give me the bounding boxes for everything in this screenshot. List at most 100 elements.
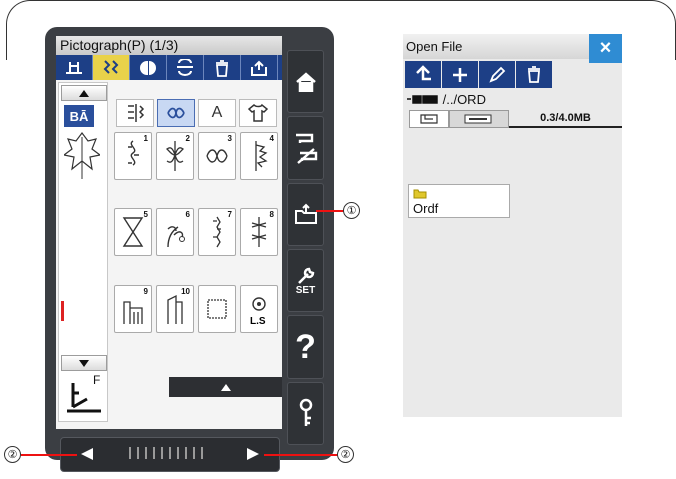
open-file-icon (294, 203, 317, 225)
pattern-8-icon (251, 217, 267, 248)
close-button[interactable]: × (589, 34, 622, 63)
pattern-page-up-button[interactable] (169, 377, 282, 397)
decorative-leaf-icon (167, 107, 185, 119)
touch-screen: Pictograph(P) (1/3) BĀ F A 1 2 3 4 5 6 7… (56, 36, 282, 429)
key-icon (299, 399, 312, 427)
help-button[interactable]: ? (287, 315, 324, 379)
callout-2-left: ② (4, 446, 21, 463)
plus-folder-icon (453, 67, 467, 82)
wrench-icon (297, 267, 314, 285)
callout-line-2-right (264, 454, 338, 456)
pattern-cell-9[interactable]: 9 (114, 284, 152, 333)
function-sidebar: SET ? (287, 50, 324, 445)
open-file-button[interactable] (287, 182, 324, 246)
triangle-down-icon (79, 359, 89, 367)
pattern-1-icon (128, 140, 139, 166)
previous-page-button[interactable] (81, 447, 93, 463)
pattern-cell-7[interactable]: 7 (198, 208, 236, 257)
pattern-10-icon (167, 294, 183, 324)
callout-1: ① (343, 202, 360, 219)
save-button[interactable] (241, 55, 278, 80)
delete-file-button[interactable] (516, 61, 552, 88)
sewing-mode-icon (295, 133, 317, 164)
pattern-cell-2[interactable]: 2 (156, 132, 194, 180)
pattern-9-icon (123, 301, 143, 324)
tab-letters[interactable]: A (198, 99, 236, 127)
page-dots-icon (129, 447, 203, 459)
dialog-toolbar (405, 61, 555, 88)
category-tabs: A (116, 99, 281, 129)
rename-button[interactable] (479, 61, 515, 88)
folder-item[interactable]: Ordf (408, 184, 510, 218)
presser-foot-letter: F (93, 373, 101, 387)
pattern-2-icon (166, 141, 184, 171)
save-icon (251, 60, 267, 76)
tab-satin-stitch[interactable] (116, 99, 154, 127)
page-title: Pictograph(P) (1/3) (56, 36, 282, 55)
ls-label: L.S (250, 315, 266, 327)
storage-tabs: 0.3/4.0MB (409, 110, 622, 128)
scroll-up-button[interactable] (61, 85, 107, 101)
foot-icon (66, 61, 82, 74)
presser-foot-indicator: F (63, 373, 105, 413)
tab-usb[interactable] (449, 110, 509, 128)
folder-icon (413, 189, 427, 199)
new-folder-button[interactable] (442, 61, 478, 88)
triangle-up-icon (220, 383, 231, 391)
pattern-cell-10[interactable]: 10 (156, 284, 194, 333)
page-navigator (60, 437, 280, 472)
flip-icon (177, 58, 193, 76)
lock-button[interactable] (287, 381, 324, 445)
tab-decorative-leaf[interactable] (157, 99, 195, 127)
internal-memory-icon (420, 114, 438, 124)
pattern-cell-4[interactable]: 4 (240, 132, 278, 180)
twin-needle-button[interactable] (93, 55, 130, 80)
callout-line-1 (316, 210, 344, 212)
arrow-right-icon (247, 448, 259, 460)
square-outline-icon (207, 299, 227, 319)
pattern-4-icon (255, 141, 268, 171)
arrow-left-icon (81, 448, 93, 460)
machine-folder-icon (407, 95, 438, 104)
pattern-6-icon (167, 226, 185, 248)
mirror-button[interactable] (130, 55, 167, 80)
pattern-cell-8[interactable]: 8 (240, 208, 278, 257)
presser-foot-toolbar-button[interactable] (56, 55, 93, 80)
storage-usage: 0.3/4.0MB (509, 110, 622, 128)
pattern-cell-6[interactable]: 6 (156, 208, 194, 257)
arrow-up-icon (416, 64, 431, 80)
delete-button[interactable] (204, 55, 241, 80)
settings-button[interactable]: SET (287, 248, 324, 313)
mode-switch-button[interactable] (287, 116, 324, 180)
pattern-grid: 1 2 3 4 5 6 7 8 9 10 L.S (114, 132, 280, 357)
delete-icon (216, 59, 228, 77)
pattern-cell-1[interactable]: 1 (114, 132, 152, 180)
pattern-7-icon (213, 216, 221, 248)
pattern-5-icon (122, 217, 144, 248)
callout-2-right: ② (337, 446, 354, 463)
shirt-icon (247, 103, 269, 122)
current-path: /../ORD (442, 92, 486, 107)
home-button[interactable] (287, 50, 324, 114)
pattern-cell-3[interactable]: 3 (198, 132, 236, 180)
parent-folder-button[interactable] (405, 61, 441, 88)
scroll-down-button[interactable] (61, 355, 107, 371)
help-label: ? (295, 327, 316, 366)
pattern-3-icon (206, 149, 228, 163)
mirror-icon (140, 60, 156, 75)
pattern-cell-5[interactable]: 5 (114, 208, 152, 257)
page-indicator (129, 447, 213, 462)
path-breadcrumb: /../ORD (407, 92, 486, 107)
flip-button[interactable] (167, 55, 204, 80)
next-page-button[interactable] (247, 447, 259, 463)
pattern-cell-ls[interactable]: L.S (240, 284, 278, 333)
trash-icon (528, 65, 540, 83)
usb-icon (464, 114, 492, 124)
folder-name: Ordf (413, 201, 439, 216)
memory-label: BĀ (64, 105, 94, 127)
tab-internal-memory[interactable] (409, 110, 449, 128)
twin-needle-icon (103, 59, 119, 74)
tab-garment[interactable] (239, 99, 277, 127)
callout-line-2-left (21, 454, 77, 456)
pattern-cell-11[interactable] (198, 284, 236, 333)
